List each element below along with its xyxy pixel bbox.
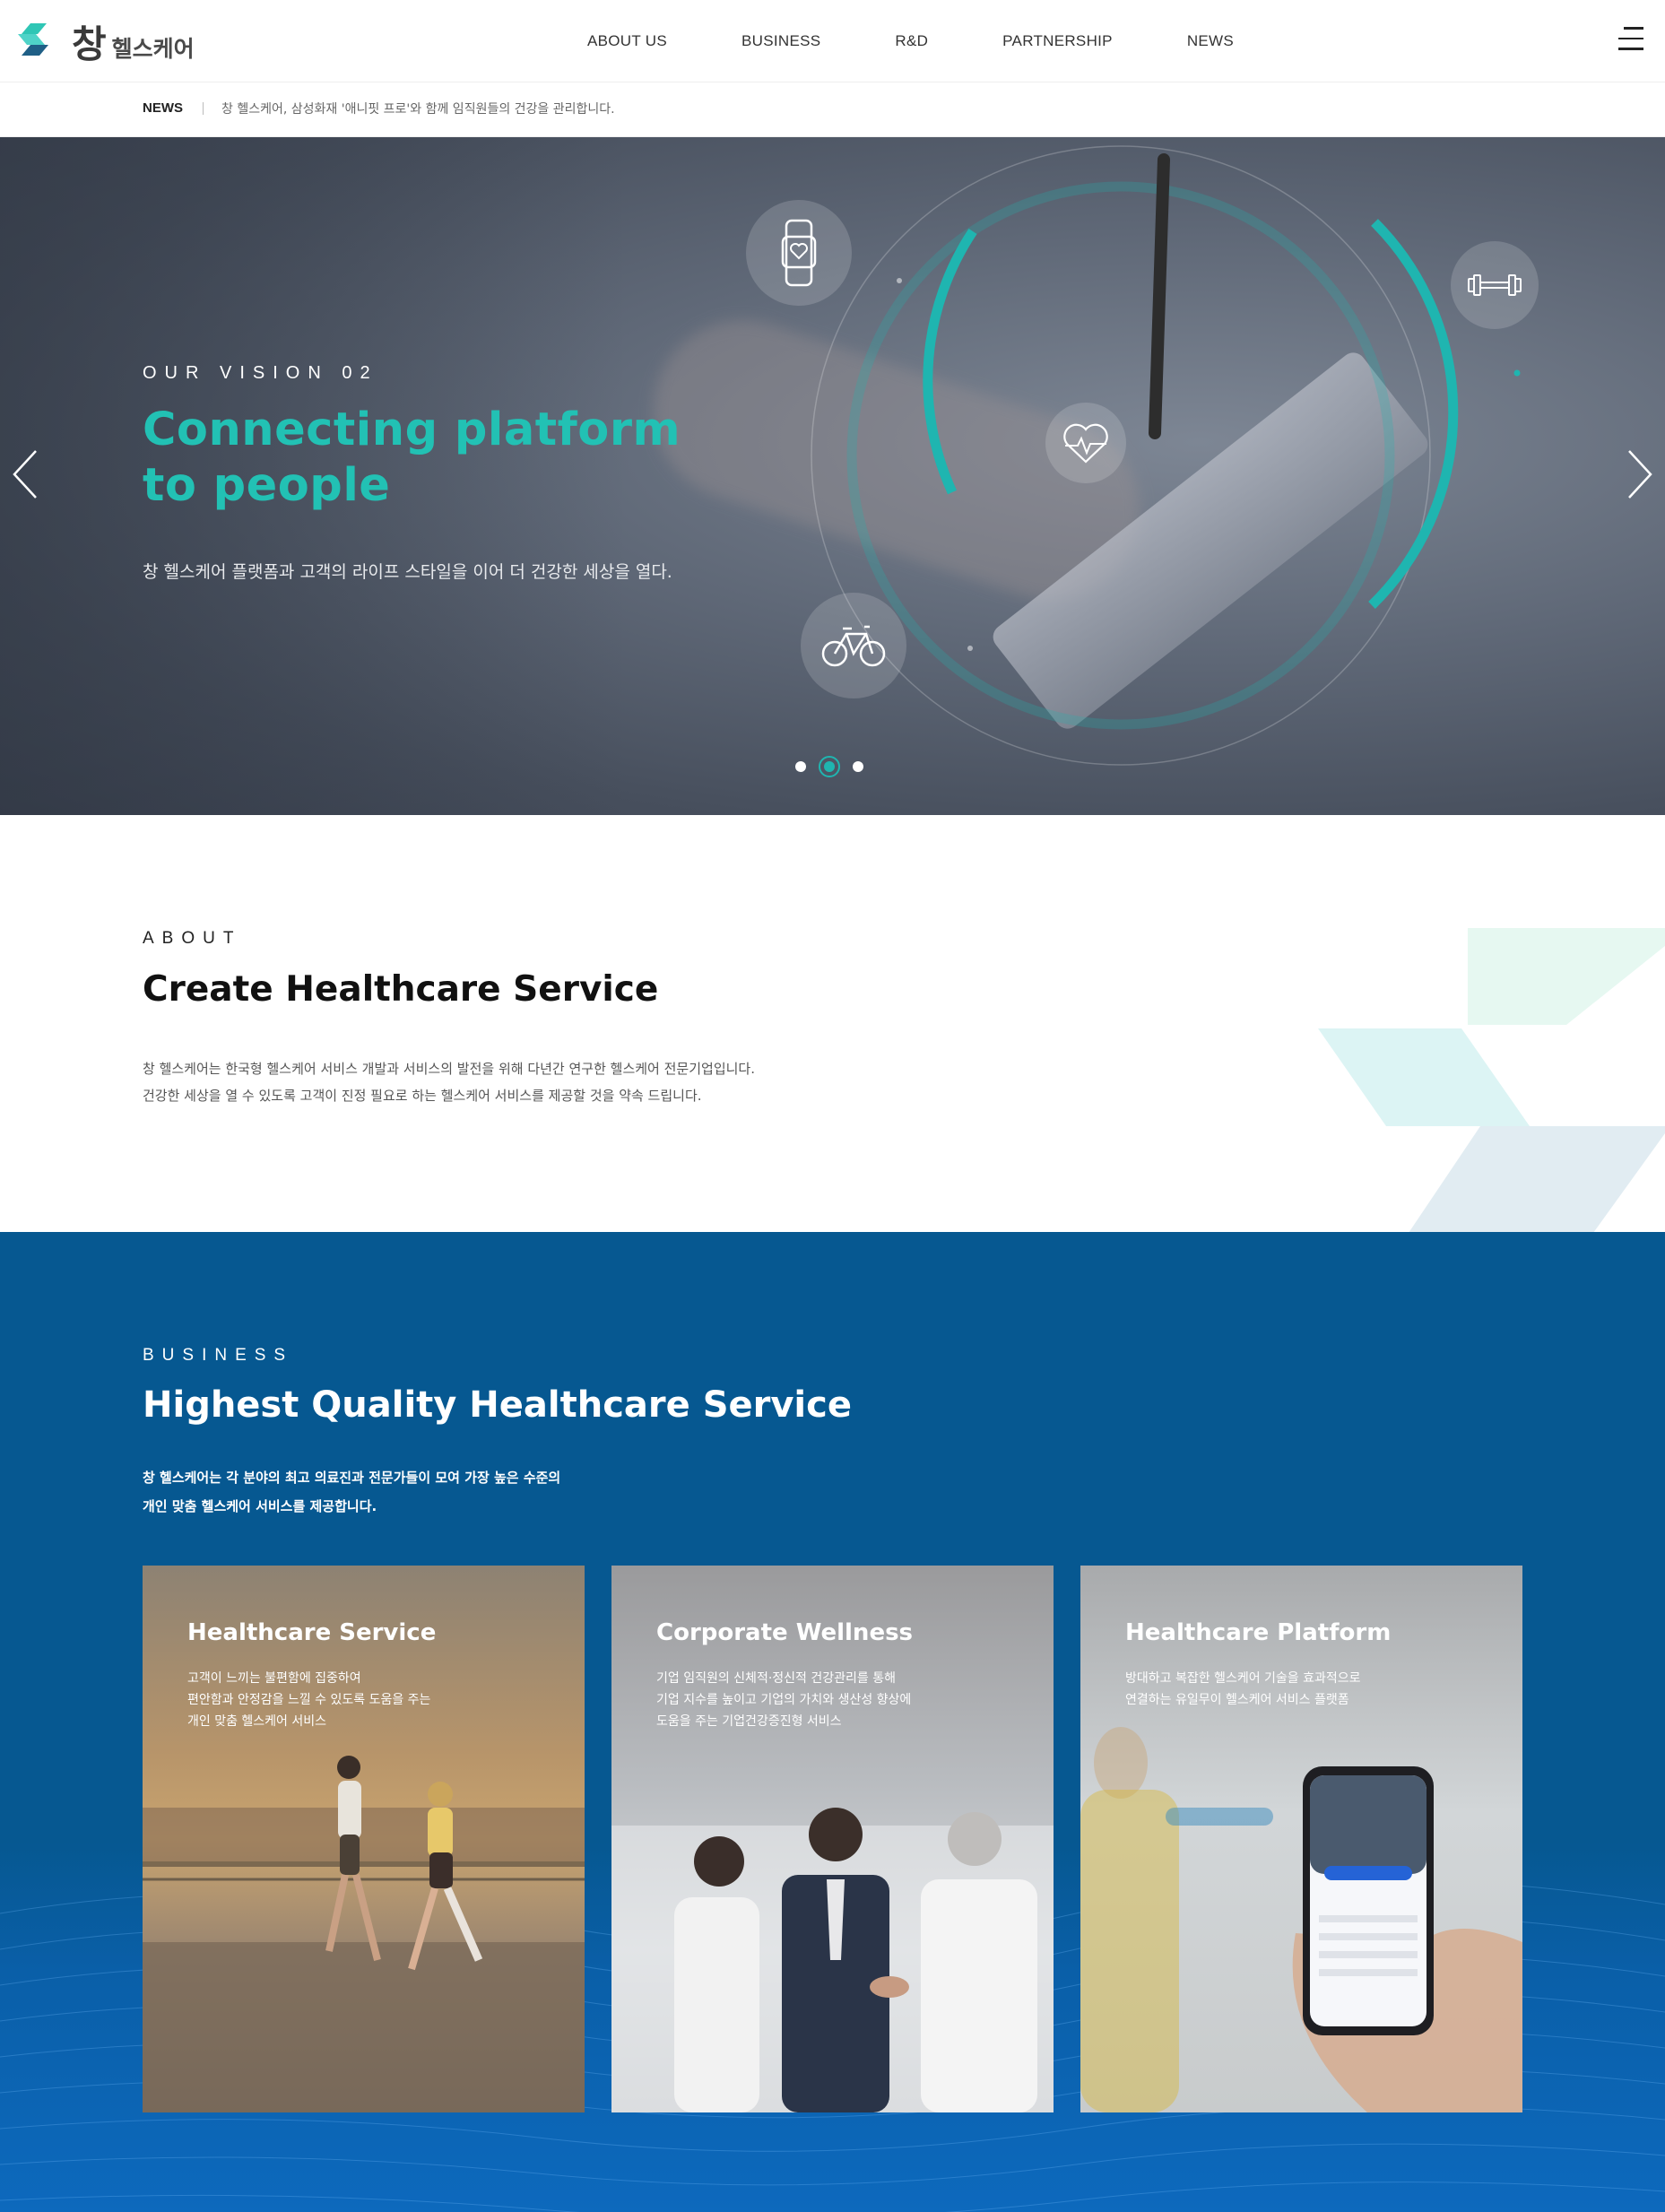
prev-slide-arrow-icon[interactable]: [11, 447, 41, 501]
logo-text-main: 창: [72, 22, 107, 66]
slide-dot-3[interactable]: [853, 761, 863, 772]
decorative-shapes: [1318, 928, 1665, 1232]
business-title: Highest Quality Healthcare Service: [143, 1384, 852, 1426]
card-corporate-wellness[interactable]: Corporate Wellness 기업 임직원의 신체적·정신적 건강관리를…: [611, 1566, 1054, 2112]
about-desc-line: 창 헬스케어는 한국형 헬스케어 서비스 개발과 서비스의 발전을 위해 다년간…: [143, 1061, 755, 1077]
dumbbell-icon: [1451, 241, 1539, 329]
hero-slider: OUR VISION 02 Connecting platform to peo…: [0, 137, 1665, 815]
runners-photo: [143, 1756, 585, 2112]
business-desc-line: 개인 맞춤 헬스케어 서비스를 제공합니다.: [143, 1498, 377, 1514]
bicycle-icon: [801, 593, 906, 698]
card-title: Corporate Wellness: [656, 1619, 914, 1646]
nav-news[interactable]: NEWS: [1187, 32, 1234, 50]
card-description: 기업 임직원의 신체적·정신적 건강관리를 통해 기업 지수를 높이고 기업의 …: [656, 1668, 1033, 1732]
card-desc-line: 개인 맞춤 헬스케어 서비스: [187, 1714, 327, 1729]
hero-eyebrow: OUR VISION 02: [143, 363, 378, 383]
business-desc-line: 창 헬스케어는 각 분야의 최고 의료진과 전문가들이 모여 가장 높은 수준의: [143, 1470, 561, 1486]
hero-title-line: Connecting platform: [143, 403, 681, 456]
card-healthcare-platform[interactable]: Healthcare Platform 방대하고 복잡한 헬스케어 기술을 효과…: [1080, 1566, 1522, 2112]
news-headline-link[interactable]: 창 헬스케어, 삼성화재 '애니핏 프로'와 함께 임직원들의 건강을 관리합니…: [221, 100, 615, 117]
handshake-photo: [611, 1808, 1054, 2112]
hero-title: Connecting platform to people: [143, 403, 770, 514]
hamburger-menu-icon[interactable]: [1618, 27, 1643, 54]
slide-dot-1[interactable]: [795, 761, 806, 772]
business-section: BUSINESS Highest Quality Healthcare Serv…: [0, 1232, 1665, 2212]
about-desc-line: 건강한 세상을 열 수 있도록 고객이 진정 필요로 하는 헬스케어 서비스를 …: [143, 1088, 702, 1104]
news-ticker: NEWS 창 헬스케어, 삼성화재 '애니핏 프로'와 함께 임직원들의 건강을…: [0, 82, 1665, 137]
hero-subtitle: 창 헬스케어 플랫폼과 고객의 라이프 스타일을 이어 더 건강한 세상을 열다…: [143, 562, 672, 582]
business-description: 창 헬스케어는 각 분야의 최고 의료진과 전문가들이 모여 가장 높은 수준의…: [143, 1463, 560, 1521]
card-title: Healthcare Platform: [1125, 1619, 1392, 1646]
card-desc-line: 편안함과 안정감을 느낄 수 있도록 도움을 주는: [187, 1693, 431, 1707]
card-desc-line: 방대하고 복잡한 헬스케어 기술을 효과적으로: [1125, 1671, 1361, 1686]
logo-text-sub: 헬스케어: [111, 36, 195, 62]
smartwatch-icon: [746, 200, 852, 306]
card-desc-line: 도움을 주는 기업건강증진형 서비스: [656, 1714, 842, 1729]
card-description: 고객이 느끼는 불편함에 집중하여 편안함과 안정감을 느낄 수 있도록 도움을…: [187, 1668, 564, 1732]
heartbeat-icon: [1045, 403, 1126, 483]
card-desc-line: 연결하는 유일무이 헬스케어 서비스 플랫폼: [1125, 1693, 1349, 1707]
nav-rnd[interactable]: R&D: [895, 32, 928, 50]
card-healthcare-service[interactable]: Healthcare Service 고객이 느끼는 불편함에 집중하여 편안함…: [143, 1566, 585, 2112]
about-eyebrow: ABOUT: [143, 929, 242, 948]
hero-title-line: to people: [143, 459, 391, 512]
card-title: Healthcare Service: [187, 1619, 437, 1646]
nav-about-us[interactable]: ABOUT US: [587, 32, 667, 50]
logo-mark-icon: [18, 23, 48, 56]
nav-business[interactable]: BUSINESS: [741, 32, 820, 50]
about-description: 창 헬스케어는 한국형 헬스케어 서비스 개발과 서비스의 발전을 위해 다년간…: [143, 1055, 755, 1109]
news-label: NEWS: [143, 100, 183, 116]
slide-pagination: [795, 756, 876, 777]
next-slide-arrow-icon[interactable]: [1624, 447, 1654, 501]
about-section: ABOUT Create Healthcare Service 창 헬스케어는 …: [0, 815, 1665, 1232]
card-desc-line: 고객이 느끼는 불편함에 집중하여: [187, 1671, 361, 1686]
smartphone-app-photo: [1080, 1727, 1522, 2112]
nav-partnership[interactable]: PARTNERSHIP: [1002, 32, 1113, 50]
card-desc-line: 기업 임직원의 신체적·정신적 건강관리를 통해: [656, 1671, 896, 1686]
card-description: 방대하고 복잡한 헬스케어 기술을 효과적으로 연결하는 유일무이 헬스케어 서…: [1125, 1668, 1502, 1711]
logo[interactable]: 창 헬스케어: [18, 16, 195, 66]
slide-dot-2[interactable]: [819, 756, 840, 777]
site-header: 창 헬스케어 ABOUT US BUSINESS R&D PARTNERSHIP…: [0, 0, 1665, 82]
card-desc-line: 기업 지수를 높이고 기업의 가치와 생산성 향상에: [656, 1693, 912, 1707]
about-title: Create Healthcare Service: [143, 969, 659, 1010]
business-eyebrow: BUSINESS: [143, 1346, 294, 1365]
news-divider: [203, 102, 204, 115]
main-nav: ABOUT US BUSINESS R&D PARTNERSHIP NEWS: [587, 0, 1308, 82]
